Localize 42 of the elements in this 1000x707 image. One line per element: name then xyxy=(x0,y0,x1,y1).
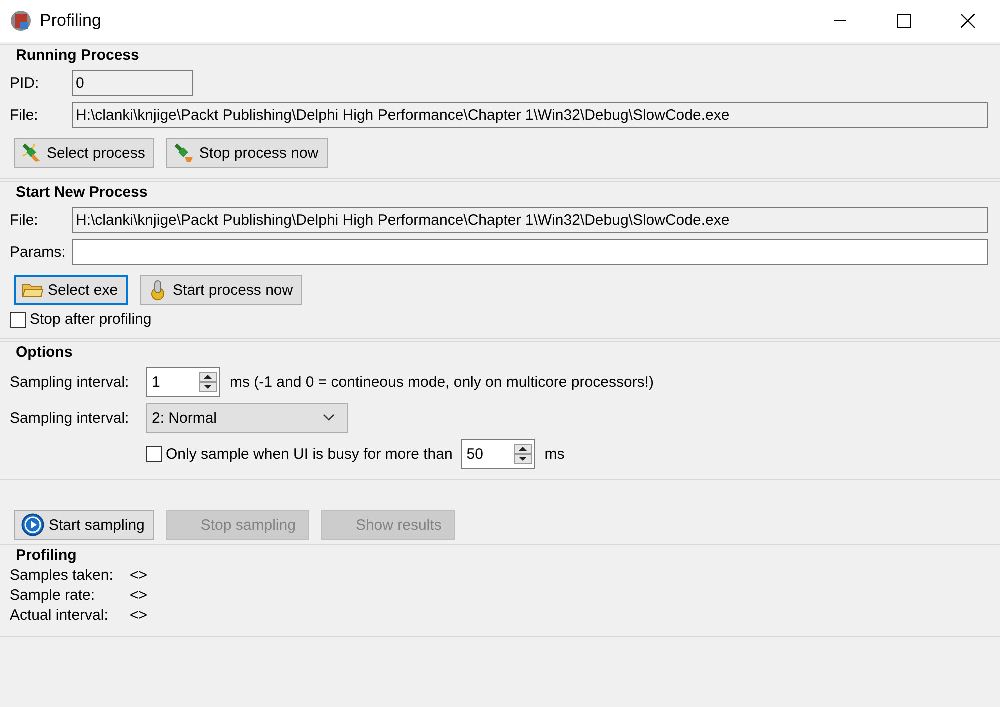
file-field[interactable]: H:\clanki\knjige\Packt Publishing\Delphi High Performance\Chapter 1\Win32\Debug\SlowCode.exe xyxy=(72,102,988,128)
action-button[interactable]: Select exe xyxy=(14,275,128,305)
plug-icon xyxy=(173,142,196,164)
value-text: <> xyxy=(130,607,148,624)
action-button[interactable]: Start process now xyxy=(140,275,302,305)
file-field[interactable]: H:\clanki\knjige\Packt Publishing\Delphi High Performance\Chapter 1\Win32\Debug\SlowCode.exe xyxy=(72,207,988,233)
action-button[interactable]: Stop process now xyxy=(166,138,328,168)
group-title: Options xyxy=(16,344,74,361)
play-icon xyxy=(21,513,45,537)
chevron-down-icon xyxy=(323,414,335,422)
group-title: Running Process xyxy=(16,47,140,64)
interval-spinner[interactable]: 1 xyxy=(146,367,220,397)
action-button[interactable]: Select process xyxy=(14,138,154,168)
checkbox[interactable]: Only sample when UI is busy for more than xyxy=(146,446,453,462)
field-label: Sampling interval: xyxy=(10,410,130,426)
value-text: <> xyxy=(130,587,148,604)
hint-text: ms (-1 and 0 = contineous mode, only on multicore processors!) xyxy=(230,374,654,390)
field-label: File: xyxy=(10,212,40,228)
plug-icon xyxy=(21,142,43,164)
params-field[interactable] xyxy=(72,239,988,265)
busy-threshold-spinner[interactable]: 50 xyxy=(460,439,535,469)
field-label: Samples taken: xyxy=(10,567,114,584)
action-button[interactable]: Start sampling xyxy=(14,510,154,540)
pid-field[interactable]: 0 xyxy=(72,70,193,96)
value-text: <> xyxy=(130,567,148,584)
close-icon[interactable] xyxy=(961,14,975,28)
spin-arrows-icon xyxy=(199,372,217,392)
window-title: Profiling xyxy=(40,11,102,31)
unit-label: ms xyxy=(544,446,565,462)
spin-arrows-icon xyxy=(514,444,532,464)
field-label: PID: xyxy=(10,74,40,92)
checkbox[interactable]: Stop after profiling xyxy=(10,311,152,328)
field-label: Sample rate: xyxy=(10,587,96,604)
group-title: Profiling xyxy=(16,547,78,564)
maximize-icon[interactable] xyxy=(897,14,911,28)
field-label: File: xyxy=(10,106,40,124)
group-title: Start New Process xyxy=(16,184,149,201)
field-label: Params: xyxy=(10,244,64,260)
app-icon xyxy=(10,10,32,32)
field-label: Sampling interval: xyxy=(10,374,130,390)
field-label: Actual interval: xyxy=(10,607,110,624)
priority-dropdown[interactable]: 2: Normal xyxy=(146,403,348,433)
